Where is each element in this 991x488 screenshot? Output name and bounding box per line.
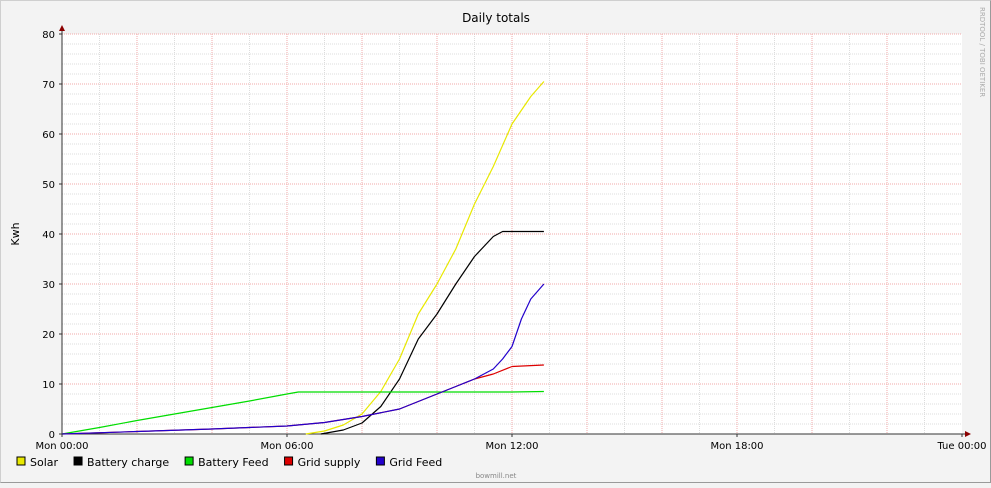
x-axis-arrow [965, 431, 971, 437]
x-tick-label: Mon 06:00 [260, 441, 313, 452]
legend-swatch [375, 456, 385, 466]
legend-label: Solar [30, 456, 59, 469]
y-tick-label: 60 [42, 130, 55, 141]
y-axis-label: Kwh [9, 222, 22, 245]
legend: Solar Battery charge Battery Feed Grid supp… [16, 456, 442, 469]
y-tick-label: 30 [42, 280, 55, 291]
y-tick-label: 50 [42, 180, 55, 191]
legend-label: Grid Feed [389, 456, 442, 469]
grid [62, 33, 962, 434]
chart-title: Daily totals [462, 11, 530, 25]
watermark: RRDTOOL / TOBI OETIKER [978, 7, 986, 97]
chart-frame: 0 10 20 30 40 50 60 70 80 Mon 00:00 Mon 06:00 Mon 1… [0, 0, 991, 483]
legend-swatch [284, 456, 294, 466]
y-tick-label: 80 [42, 30, 55, 41]
x-tick-label: Mon 12:00 [485, 441, 538, 452]
legend-label: Battery Feed [198, 456, 268, 469]
x-tick-label: Tue 00:00 [936, 441, 986, 452]
legend-label: Battery charge [87, 456, 169, 469]
x-tick-label: Mon 18:00 [710, 441, 763, 452]
y-tick-label: 10 [42, 380, 55, 391]
line-chart: 0 10 20 30 40 50 60 70 80 Mon 00:00 Mon 06:00 Mon 1… [9, 7, 987, 480]
legend-label: Grid supply [298, 456, 361, 469]
legend-swatch [184, 456, 194, 466]
y-axis-arrow [59, 25, 65, 31]
legend-swatch [73, 456, 83, 466]
y-tick-label: 40 [42, 230, 55, 241]
legend-swatch [16, 456, 26, 466]
y-tick-label: 0 [49, 430, 55, 441]
x-tick-label: Mon 00:00 [35, 441, 88, 452]
footer-credit: bowmill.net [476, 472, 517, 480]
y-tick-label: 70 [42, 80, 55, 91]
y-tick-label: 20 [42, 330, 55, 341]
